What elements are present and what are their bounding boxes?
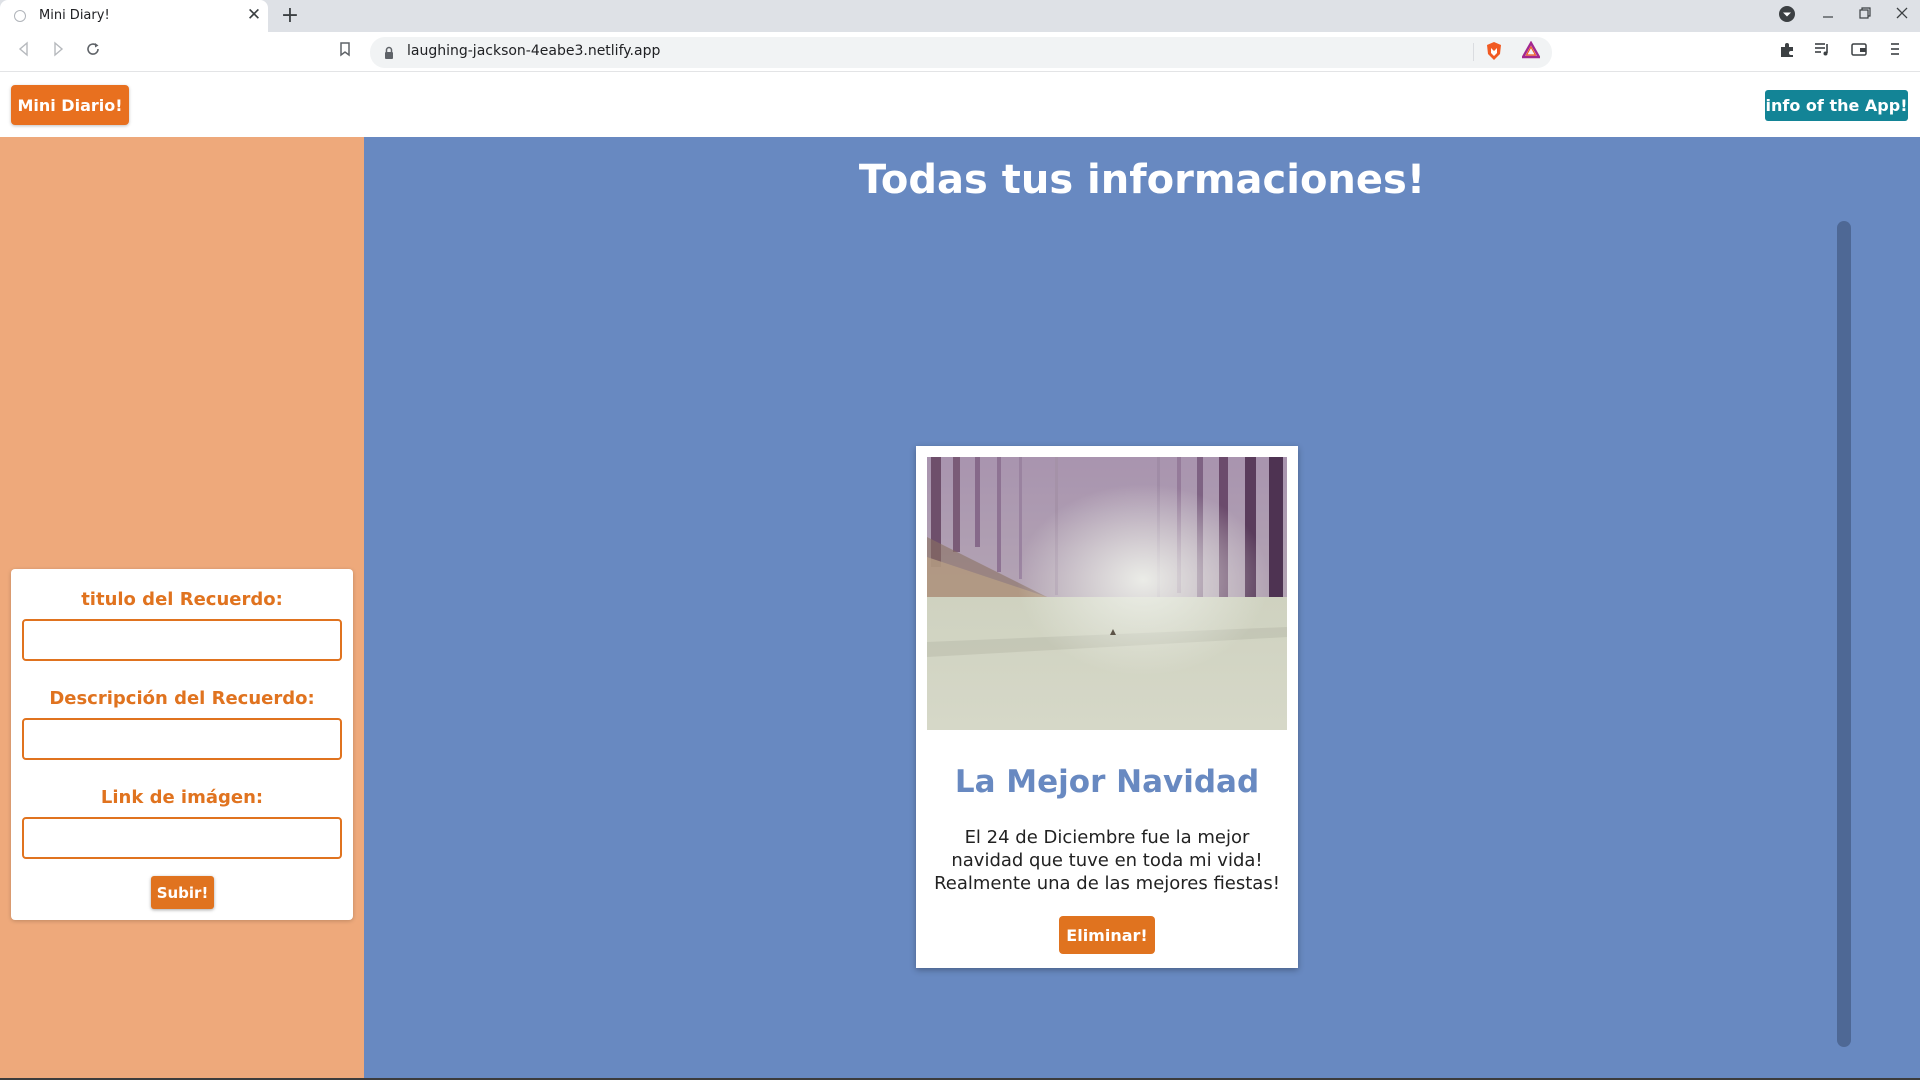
app-navbar: Mini Diario! info of the App! <box>0 73 1920 136</box>
memory-description: El 24 de Diciembre fue la mejor navidad … <box>934 827 1280 894</box>
image-link-label: Link de imágen: <box>100 787 264 808</box>
info-app-button[interactable]: info of the App! <box>1765 90 1908 121</box>
url-divider <box>1473 43 1474 61</box>
submit-button[interactable]: Subir! <box>151 876 214 909</box>
delete-button[interactable]: Eliminar! <box>1059 916 1155 954</box>
memory-title: La Mejor Navidad <box>954 764 1260 800</box>
scrollbar[interactable] <box>1837 221 1851 1047</box>
new-tab-button[interactable]: + <box>279 3 301 29</box>
extensions-icon[interactable] <box>1777 41 1797 61</box>
reload-icon[interactable] <box>83 41 103 61</box>
brave-rewards-icon[interactable] <box>1520 40 1542 61</box>
brand-button[interactable]: Mini Diario! <box>11 85 129 125</box>
favicon-icon <box>14 10 26 22</box>
web-page: Mini Diario! info of the App! titulo del… <box>0 73 1920 1080</box>
brave-shield-icon[interactable] <box>1484 41 1504 61</box>
maximize-icon[interactable] <box>1854 5 1876 27</box>
media-queue-icon[interactable] <box>1812 41 1832 61</box>
page-title: Todas tus informaciones! <box>858 157 1426 203</box>
menu-icon[interactable] <box>1885 41 1905 61</box>
title-label: titulo del Recuerdo: <box>81 589 283 610</box>
browser-tab[interactable]: Mini Diary! ✕ <box>0 0 268 32</box>
back-icon[interactable] <box>14 41 34 61</box>
forward-icon[interactable] <box>48 41 68 61</box>
sidebar: titulo del Recuerdo: Descripción del Rec… <box>0 137 364 1080</box>
lock-icon[interactable] <box>384 45 394 59</box>
minimize-icon[interactable] <box>1817 5 1839 27</box>
bookmark-icon[interactable] <box>335 41 355 61</box>
description-label: Descripción del Recuerdo: <box>49 688 315 709</box>
image-link-input[interactable] <box>22 817 342 859</box>
memory-image <box>927 457 1287 730</box>
url-text[interactable]: laughing-jackson-4eabe3.netlify.app <box>407 43 660 59</box>
profile-dropdown-icon[interactable] <box>1776 5 1798 27</box>
title-input[interactable] <box>22 619 342 661</box>
close-window-icon[interactable] <box>1891 5 1913 27</box>
wallet-icon[interactable] <box>1849 41 1869 61</box>
tab-close-icon[interactable]: ✕ <box>245 5 263 25</box>
memory-form: titulo del Recuerdo: Descripción del Rec… <box>11 569 353 920</box>
description-input[interactable] <box>22 718 342 760</box>
tab-title: Mini Diary! <box>39 8 110 23</box>
tab-strip: Mini Diary! ✕ + <box>0 0 1920 32</box>
memory-card: La Mejor Navidad El 24 de Diciembre fue … <box>916 446 1298 968</box>
main-panel: Todas tus informaciones! La Mejor Navida… <box>364 137 1920 1080</box>
